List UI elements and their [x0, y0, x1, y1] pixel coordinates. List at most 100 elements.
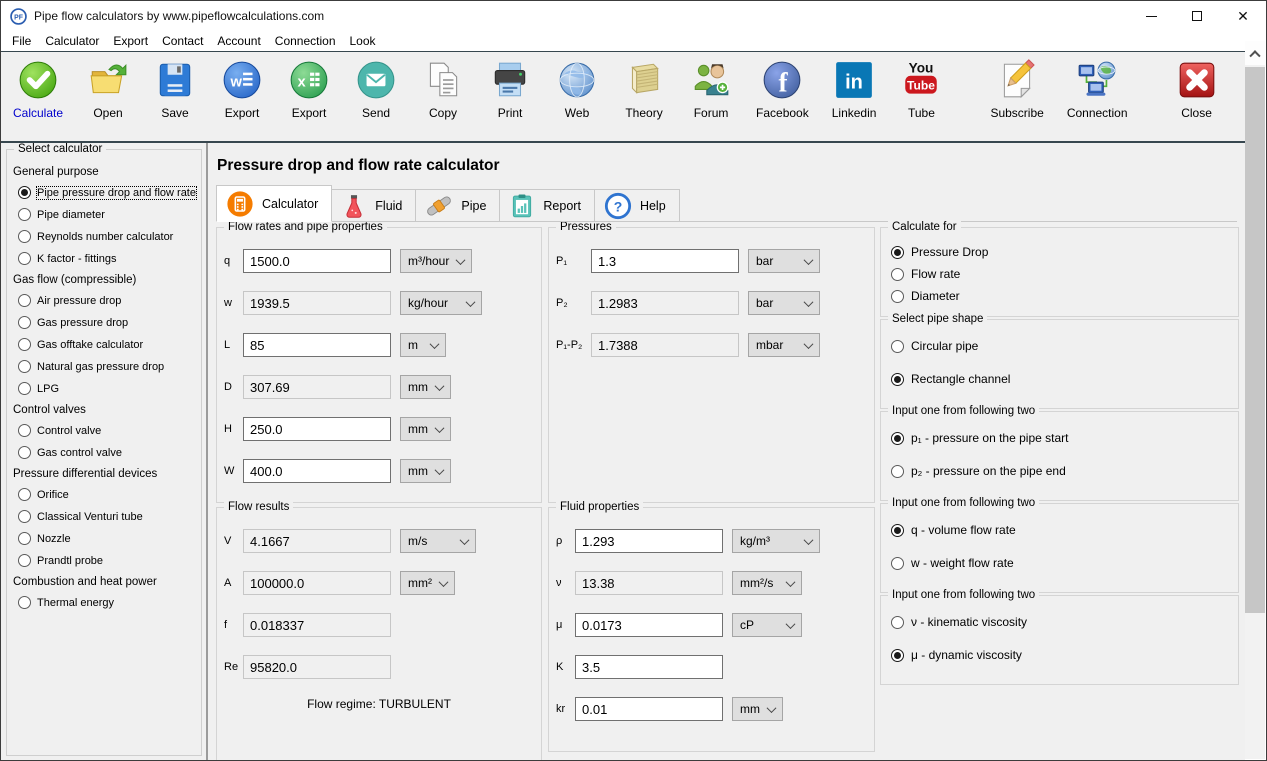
vertical-scrollbar	[1245, 41, 1265, 759]
field-input[interactable]	[591, 333, 739, 357]
toolbar-calculate-button[interactable]: Calculate	[13, 59, 63, 120]
radio-option[interactable]: Orifice	[18, 488, 197, 501]
radio-option[interactable]: Diameter	[891, 289, 1230, 303]
menu-item[interactable]: Connection	[268, 34, 343, 48]
radio-option[interactable]: Air pressure drop	[18, 294, 197, 307]
field-input[interactable]	[243, 333, 391, 357]
radio-icon	[18, 252, 31, 265]
minimize-button[interactable]	[1128, 1, 1174, 31]
unit-label: mm	[408, 464, 428, 478]
radio-option[interactable]: Thermal energy	[18, 596, 197, 609]
radio-option[interactable]: Pressure Drop	[891, 245, 1230, 259]
field-input[interactable]	[575, 571, 723, 595]
field-input[interactable]	[575, 655, 723, 679]
unit-dropdown[interactable]: mbar	[748, 333, 820, 357]
radio-option[interactable]: Control valve	[18, 424, 197, 437]
radio-option[interactable]: Pipe diameter	[18, 208, 197, 221]
unit-dropdown[interactable]: bar	[748, 291, 820, 315]
field-input[interactable]	[243, 529, 391, 553]
unit-dropdown[interactable]: mm	[400, 417, 451, 441]
toolbar-export-excel-button[interactable]: x Export	[287, 59, 331, 120]
menu-item[interactable]: Contact	[155, 34, 210, 48]
toolbar-subscribe-button[interactable]: Subscribe	[990, 59, 1043, 120]
unit-dropdown[interactable]: cP	[732, 613, 802, 637]
field-input[interactable]	[591, 291, 739, 315]
toolbar-forum-button[interactable]: Forum	[689, 59, 733, 120]
unit-dropdown[interactable]: mm²/s	[732, 571, 802, 595]
tab-fluid[interactable]: Fluid	[332, 189, 416, 222]
toolbar-youtube-button[interactable]: You Tube Tube	[899, 59, 943, 120]
toolbar-send-button[interactable]: Send	[354, 59, 398, 120]
radio-option[interactable]: μ - dynamic viscosity	[891, 648, 1230, 662]
toolbar-connection-button[interactable]: Connection	[1067, 59, 1128, 120]
toolbar-export-word-button[interactable]: w Export	[220, 59, 264, 120]
toolbar-web-button[interactable]: Web	[555, 59, 599, 120]
field-input[interactable]	[243, 571, 391, 595]
toolbar-open-button[interactable]: Open	[86, 59, 130, 120]
toolbar-facebook-button[interactable]: f Facebook	[756, 59, 809, 120]
radio-option[interactable]: q - volume flow rate	[891, 523, 1230, 537]
radio-option[interactable]: Reynolds number calculator	[18, 230, 197, 243]
radio-option[interactable]: Prandtl probe	[18, 554, 197, 567]
field-input[interactable]	[243, 249, 391, 273]
radio-option[interactable]: Pipe pressure drop and flow rate	[18, 186, 197, 199]
radio-option[interactable]: K factor - fittings	[18, 252, 197, 265]
tab-calculator[interactable]: Calculator	[216, 185, 332, 222]
radio-option[interactable]: ν - kinematic viscosity	[891, 615, 1230, 629]
menu-item[interactable]: Look	[343, 34, 383, 48]
field-input[interactable]	[591, 249, 739, 273]
field-input[interactable]	[243, 291, 391, 315]
unit-dropdown[interactable]: mm²	[400, 571, 455, 595]
toolbar-print-button[interactable]: Print	[488, 59, 532, 120]
toolbar-copy-button[interactable]: Copy	[421, 59, 465, 120]
menu-item[interactable]: File	[5, 34, 38, 48]
radio-option[interactable]: LPG	[18, 382, 197, 395]
toolbar-theory-button[interactable]: Theory	[622, 59, 666, 120]
toolbar-linkedin-button[interactable]: in Linkedin	[832, 59, 877, 120]
radio-option[interactable]: Gas pressure drop	[18, 316, 197, 329]
close-button[interactable]: ✕	[1220, 1, 1266, 31]
svg-text:?: ?	[614, 198, 623, 214]
unit-dropdown[interactable]: mm	[732, 697, 783, 721]
unit-dropdown[interactable]: mm	[400, 375, 451, 399]
maximize-button[interactable]	[1174, 1, 1220, 31]
toolbar-save-button[interactable]: Save	[153, 59, 197, 120]
field-input[interactable]	[243, 613, 391, 637]
field-input[interactable]	[243, 655, 391, 679]
tab-pipe[interactable]: Pipe	[416, 189, 500, 222]
unit-dropdown[interactable]: m	[400, 333, 446, 357]
radio-option[interactable]: Natural gas pressure drop	[18, 360, 197, 373]
unit-dropdown[interactable]: kg/m³	[732, 529, 820, 553]
svg-text:w: w	[229, 74, 242, 90]
unit-dropdown[interactable]: mm	[400, 459, 451, 483]
radio-option[interactable]: p₂ - pressure on the pipe end	[891, 464, 1230, 478]
menu-item[interactable]: Calculator	[38, 34, 106, 48]
field-input[interactable]	[243, 417, 391, 441]
radio-option[interactable]: Gas offtake calculator	[18, 338, 197, 351]
unit-dropdown[interactable]: bar	[748, 249, 820, 273]
field-input[interactable]	[575, 697, 723, 721]
radio-option[interactable]: p₁ - pressure on the pipe start	[891, 431, 1230, 445]
radio-option[interactable]: Rectangle channel	[891, 372, 1230, 386]
menu-item[interactable]: Export	[106, 34, 155, 48]
toolbar-close-button[interactable]: Close	[1175, 59, 1219, 120]
field-input[interactable]	[243, 375, 391, 399]
unit-dropdown[interactable]: m³/hour	[400, 249, 472, 273]
radio-option[interactable]: w - weight flow rate	[891, 556, 1230, 570]
menu-item[interactable]: Account	[210, 34, 267, 48]
radio-option[interactable]: Nozzle	[18, 532, 197, 545]
field-input[interactable]	[575, 613, 723, 637]
field-input[interactable]	[575, 529, 723, 553]
radio-option[interactable]: Gas control valve	[18, 446, 197, 459]
tab-help[interactable]: ? Help	[595, 189, 680, 222]
radio-label: Control valve	[37, 425, 101, 437]
unit-dropdown[interactable]: kg/hour	[400, 291, 482, 315]
scrollbar-thumb[interactable]	[1245, 67, 1265, 613]
radio-option[interactable]: Circular pipe	[891, 339, 1230, 353]
tab-report[interactable]: Report	[500, 189, 595, 222]
radio-option[interactable]: Flow rate	[891, 267, 1230, 281]
field-input[interactable]	[243, 459, 391, 483]
unit-dropdown[interactable]: m/s	[400, 529, 476, 553]
radio-option[interactable]: Classical Venturi tube	[18, 510, 197, 523]
scroll-up-button[interactable]	[1245, 41, 1265, 65]
